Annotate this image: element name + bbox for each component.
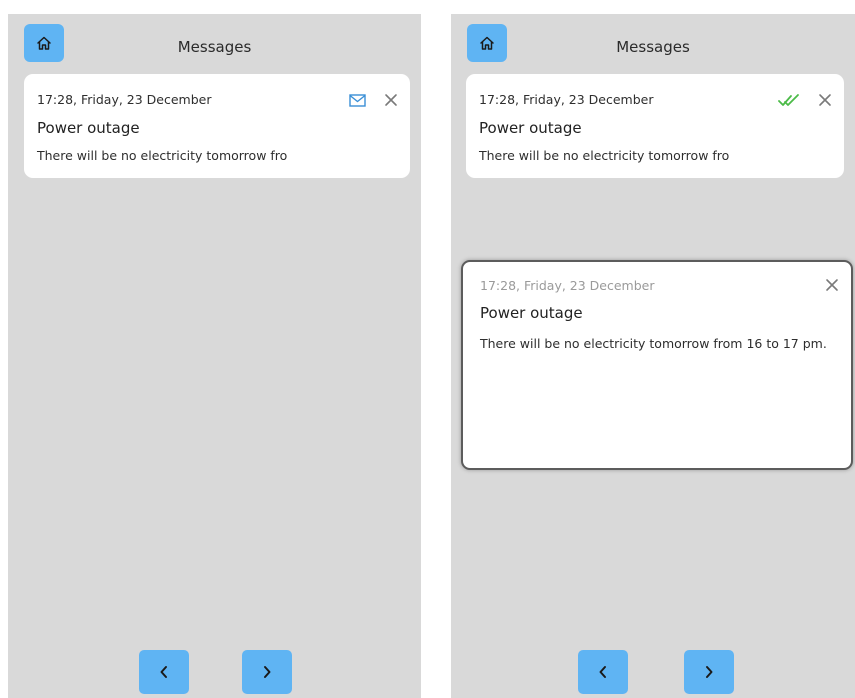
close-icon[interactable] [384,93,398,107]
message-card[interactable]: 17:28, Friday, 23 December Power outage … [24,74,410,178]
message-subject: Power outage [37,119,140,137]
previous-button[interactable] [139,650,189,694]
message-preview: There will be no electricity tomorrow fr… [479,148,730,163]
message-timestamp: 17:28, Friday, 23 December [479,92,654,107]
popup-body: There will be no electricity tomorrow fr… [480,336,827,351]
next-button[interactable] [684,650,734,694]
message-card[interactable]: 17:28, Friday, 23 December Power outage … [466,74,844,178]
popup-subject: Power outage [480,304,583,322]
message-subject: Power outage [479,119,582,137]
close-icon[interactable] [825,278,839,292]
close-icon[interactable] [818,93,832,107]
messages-screen-read: Messages 17:28, Friday, 23 December Powe… [451,14,855,698]
message-timestamp: 17:28, Friday, 23 December [37,92,212,107]
chevron-right-icon [706,666,713,678]
envelope-icon[interactable] [349,94,366,107]
chevron-right-icon [264,666,271,678]
next-button[interactable] [242,650,292,694]
read-check-icon [778,94,799,106]
message-detail-popup: 17:28, Friday, 23 December Power outage … [461,260,853,470]
screen-title: Messages [177,38,252,56]
messages-screen-unread: Messages 17:28, Friday, 23 December Powe… [8,14,421,698]
chevron-left-icon [160,666,167,678]
previous-button[interactable] [578,650,628,694]
message-preview: There will be no electricity tomorrow fr… [37,148,288,163]
screen-title: Messages [616,38,690,56]
popup-timestamp: 17:28, Friday, 23 December [480,278,655,293]
chevron-left-icon [599,666,606,678]
